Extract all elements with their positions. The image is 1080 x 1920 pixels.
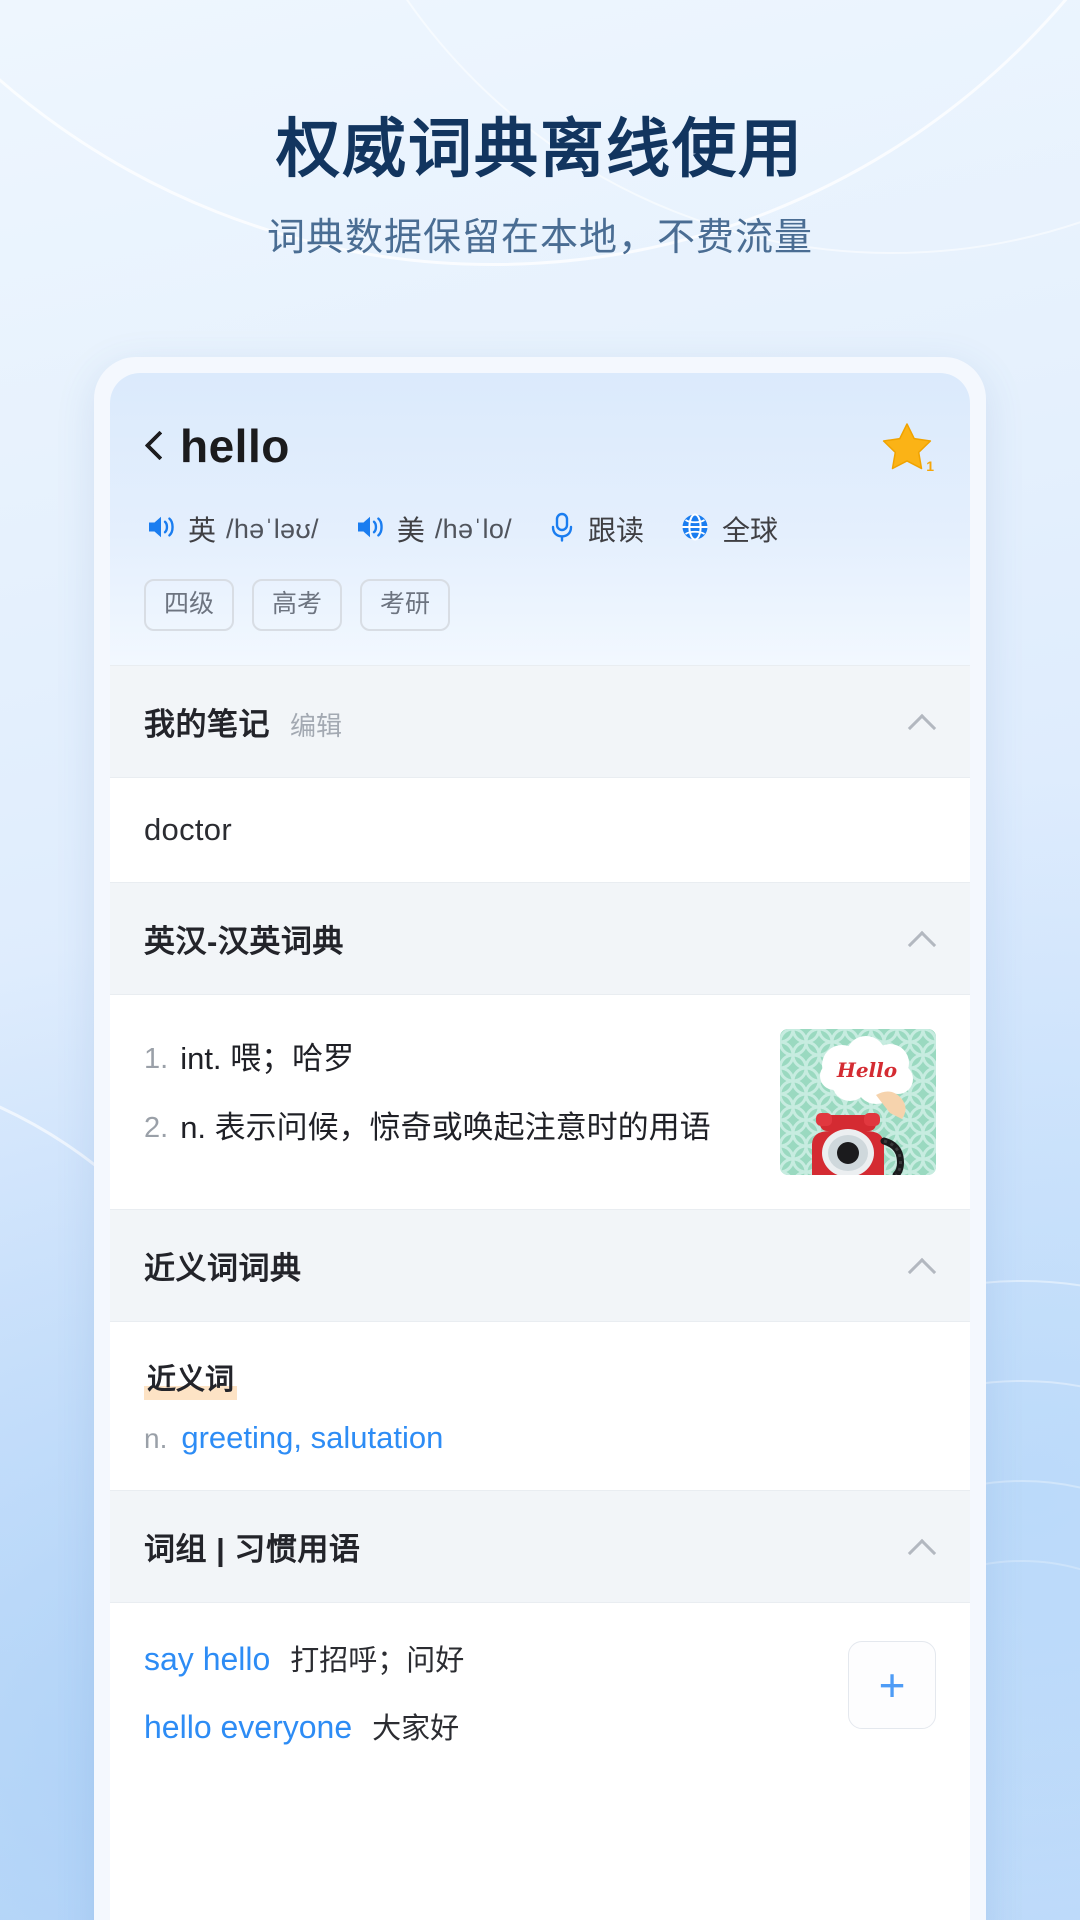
promo-headline: 权威词典离线使用	[276, 113, 804, 185]
section-title: 我的笔记	[144, 706, 270, 742]
back-chevron-icon[interactable]	[144, 430, 164, 462]
section-header-phrases[interactable]: 词组 | 习惯用语	[110, 1489, 970, 1603]
phrase-english[interactable]: hello everyone	[144, 1709, 352, 1746]
definition-item: 2. n. 表示问候，惊奇或唤起注意时的用语	[144, 1104, 758, 1151]
promo-text-block: 权威词典离线使用 词典数据保留在本地，不费流量	[0, 112, 1080, 263]
section-header-my-notes[interactable]: 我的笔记 编辑	[110, 664, 970, 778]
definition-text: n. 表示问候，惊奇或唤起注意时的用语	[180, 1109, 711, 1145]
plus-icon: +	[878, 1658, 906, 1711]
definition-list: 1. int. 喂；哈罗 2. n. 表示问候，惊奇或唤起注意时的用语	[144, 1029, 758, 1151]
follow-read-label: 跟读	[587, 515, 644, 546]
section-header-left: 词组 | 习惯用语	[144, 1524, 360, 1569]
microphone-icon[interactable]	[546, 510, 578, 549]
phrase-row[interactable]: hello everyone 大家好	[144, 1705, 848, 1747]
definition-area: 1. int. 喂；哈罗 2. n. 表示问候，惊奇或唤起注意时的用语 Hell…	[144, 1028, 936, 1175]
phrases-body: say hello 打招呼；问好 hello everyone 大家好 +	[110, 1602, 970, 1773]
chevron-up-icon[interactable]	[908, 713, 936, 729]
synonym-part-of-speech: n.	[144, 1422, 168, 1454]
page-title: hello	[180, 420, 290, 472]
pronunciation-row: 英 /həˈləʊ/ 美 /həˈlo/ 跟读 全球	[144, 509, 936, 549]
ec-dictionary-body: 1. int. 喂；哈罗 2. n. 表示问候，惊奇或唤起注意时的用语 Hell…	[110, 994, 970, 1209]
globe-icon[interactable]	[678, 510, 712, 549]
speaker-icon[interactable]	[144, 510, 178, 549]
synonym-words: greeting, salutation	[181, 1419, 444, 1455]
section-title: 近义词词典	[144, 1250, 302, 1286]
phone-screen: hello 1 英 /həˈləʊ/ 美 /həˈlo/ 跟读 全球 四级 高考…	[110, 373, 970, 1920]
synonym-label: 近义词	[144, 1355, 238, 1400]
global-pronunciation-button[interactable]: 全球	[678, 509, 778, 549]
word-title-row: hello 1	[144, 417, 936, 475]
tag-chip[interactable]: 考研	[360, 579, 451, 631]
definition-item: 1. int. 喂；哈罗	[144, 1035, 758, 1082]
note-text: doctor	[144, 811, 232, 847]
favorite-count-badge: 1	[926, 458, 934, 474]
speaker-icon[interactable]	[353, 510, 387, 549]
synonyms-body: 近义词 n. greeting, salutation	[110, 1321, 970, 1490]
synonym-word-link[interactable]: greeting	[181, 1420, 293, 1455]
definition-number: 2.	[144, 1111, 169, 1144]
chevron-up-icon[interactable]	[908, 1257, 936, 1273]
synonym-line: n. greeting, salutation	[144, 1420, 936, 1456]
chevron-up-icon[interactable]	[908, 1538, 936, 1554]
my-notes-body: doctor	[110, 777, 970, 882]
promo-page: 权威词典离线使用 词典数据保留在本地，不费流量 hello 1 英 /həˈlə…	[0, 0, 1080, 1920]
pronunciation-uk[interactable]: 英 /həˈləʊ/	[144, 509, 319, 549]
definition-text: int. 喂；哈罗	[180, 1040, 355, 1076]
edit-note-button[interactable]: 编辑	[290, 706, 342, 743]
phrase-english[interactable]: say hello	[144, 1641, 270, 1678]
global-pronunciation-label: 全球	[722, 515, 779, 546]
section-header-synonyms[interactable]: 近义词词典	[110, 1208, 970, 1322]
promo-subheadline: 词典数据保留在本地，不费流量	[266, 216, 813, 259]
pronunciation-us-ipa: /həˈlo/	[434, 513, 512, 544]
section-title: 词组 | 习惯用语	[144, 1531, 361, 1567]
pronunciation-uk-ipa: /həˈləʊ/	[226, 513, 319, 544]
phrase-chinese: 大家好	[372, 1712, 460, 1745]
phrase-row[interactable]: say hello 打招呼；问好	[144, 1637, 848, 1679]
section-header-left: 近义词词典	[144, 1243, 302, 1288]
section-header-left: 我的笔记 编辑	[144, 699, 342, 744]
section-header-left: 英汉-汉英词典	[144, 916, 344, 961]
section-title: 英汉-汉英词典	[144, 923, 344, 959]
favorite-star-button[interactable]: 1	[878, 417, 936, 475]
hello-rotary-phone-illustration[interactable]: Hello	[780, 1028, 936, 1175]
phrase-list: say hello 打招呼；问好 hello everyone 大家好	[144, 1637, 848, 1773]
synonym-word-link[interactable]: salutation	[311, 1420, 444, 1455]
pronunciation-us[interactable]: 美 /həˈlo/	[353, 509, 512, 549]
svg-text:Hello: Hello	[836, 1058, 897, 1082]
phrase-chinese: 打招呼；问好	[290, 1644, 465, 1677]
word-title-left: hello	[144, 423, 290, 469]
definition-number: 1.	[144, 1042, 169, 1075]
tag-chip[interactable]: 高考	[252, 579, 343, 631]
word-detail-header: hello 1 英 /həˈləʊ/ 美 /həˈlo/ 跟读 全球 四级 高考…	[110, 373, 970, 665]
word-tag-row: 四级 高考 考研	[144, 579, 936, 665]
add-phrase-button[interactable]: +	[848, 1640, 936, 1729]
pronunciation-uk-label: 英	[188, 515, 217, 546]
chevron-up-icon[interactable]	[908, 930, 936, 946]
pronunciation-us-label: 美	[396, 515, 425, 546]
phone-mockup-frame: hello 1 英 /həˈləʊ/ 美 /həˈlo/ 跟读 全球 四级 高考…	[94, 357, 986, 1920]
section-header-ec-dictionary[interactable]: 英汉-汉英词典	[110, 881, 970, 995]
follow-read-button[interactable]: 跟读	[546, 509, 644, 549]
tag-chip[interactable]: 四级	[144, 579, 235, 631]
